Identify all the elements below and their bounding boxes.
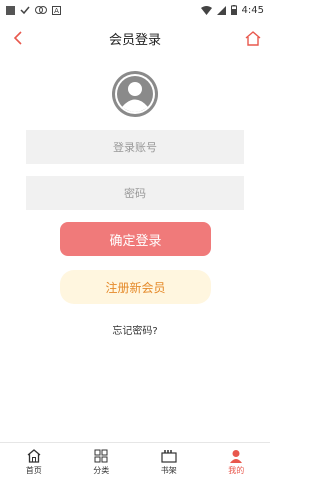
tab-mine[interactable]: 我的 — [203, 443, 271, 481]
tab-bookshelf-label: 书架 — [160, 465, 177, 475]
forgot-password-link[interactable]: 忘记密码? — [0, 322, 270, 337]
tab-category-label: 分类 — [93, 465, 110, 475]
tab-home-label: 首页 — [25, 465, 42, 475]
user-avatar-icon — [112, 71, 158, 117]
home-button[interactable] — [242, 27, 264, 49]
tab-mine-label: 我的 — [228, 465, 245, 475]
password-input[interactable]: 密码 — [26, 176, 244, 210]
register-button[interactable]: 注册新会员 — [60, 270, 211, 304]
chevron-left-icon — [13, 31, 22, 45]
home-icon — [245, 30, 261, 46]
grid-icon — [94, 449, 108, 462]
account-input[interactable]: 登录账号 — [26, 130, 244, 164]
tab-bar: 首页 分类 书架 我的 — [0, 442, 270, 481]
user-icon — [230, 449, 243, 463]
avatar — [111, 70, 159, 118]
app-header: 会员登录 — [0, 22, 270, 54]
cast-icon — [35, 6, 47, 14]
account-placeholder: 登录账号 — [113, 141, 157, 154]
check-icon — [20, 6, 30, 15]
notification-square-icon — [6, 5, 15, 15]
bookshelf-icon — [161, 449, 177, 463]
page-title: 会员登录 — [108, 32, 161, 48]
login-button-label: 确定登录 — [109, 233, 162, 249]
login-button[interactable]: 确定登录 — [60, 222, 211, 256]
status-bar: A 4:45 — [0, 0, 270, 20]
home-icon — [27, 448, 41, 463]
battery-icon — [230, 5, 237, 15]
tab-category[interactable]: 分类 — [68, 443, 136, 481]
signal-icon — [216, 5, 226, 15]
password-placeholder: 密码 — [124, 187, 146, 200]
status-time: 4:45 — [241, 4, 264, 16]
wifi-icon — [200, 5, 212, 15]
app-icon: A — [52, 5, 61, 15]
forgot-password-label: 忘记密码? — [112, 326, 158, 337]
tab-home[interactable]: 首页 — [0, 443, 68, 481]
back-button[interactable] — [8, 28, 28, 48]
register-button-label: 注册新会员 — [105, 280, 166, 295]
tab-bookshelf[interactable]: 书架 — [135, 443, 203, 481]
